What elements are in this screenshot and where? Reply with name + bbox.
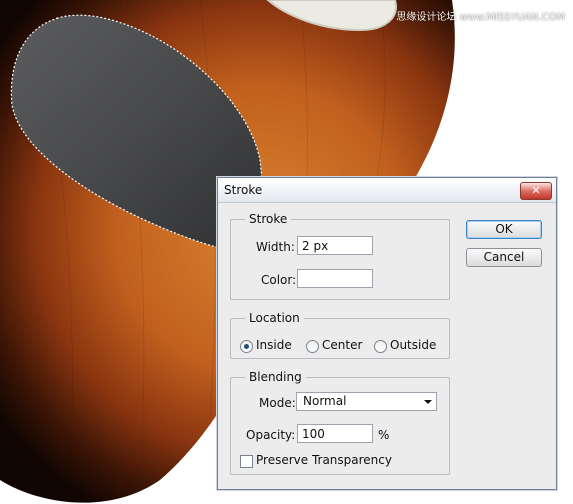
blending-legend: Blending bbox=[249, 370, 302, 384]
opacity-label: Opacity: bbox=[246, 428, 296, 442]
center-label: Center bbox=[322, 338, 363, 352]
close-button[interactable]: ✕ bbox=[520, 182, 552, 200]
inside-label: Inside bbox=[256, 338, 292, 352]
ok-button[interactable]: OK bbox=[466, 220, 542, 239]
mode-select[interactable]: Normal bbox=[296, 392, 437, 411]
width-input[interactable]: 2 px bbox=[297, 236, 373, 255]
opacity-unit: % bbox=[378, 428, 390, 442]
dialog-title: Stroke bbox=[224, 183, 263, 197]
preserve-transparency-label: Preserve Transparency bbox=[256, 453, 392, 467]
radio-outside[interactable] bbox=[374, 340, 387, 353]
radio-center[interactable] bbox=[306, 340, 319, 353]
stroke-legend: Stroke bbox=[249, 212, 288, 226]
watermark: 思缘设计论坛 www.MISSYUAN.COM bbox=[396, 12, 565, 23]
outside-label: Outside bbox=[390, 338, 437, 352]
radio-inside[interactable] bbox=[240, 340, 253, 353]
color-label: Color: bbox=[261, 273, 297, 287]
mode-value: Normal bbox=[303, 394, 347, 408]
opacity-input[interactable]: 100 bbox=[297, 424, 373, 443]
cancel-button[interactable]: Cancel bbox=[466, 248, 542, 267]
mode-label: Mode: bbox=[259, 396, 296, 410]
stroke-dialog: Stroke ✕ Stroke Width: 2 px Color: Locat… bbox=[217, 177, 557, 490]
color-swatch[interactable] bbox=[297, 269, 373, 288]
width-label: Width: bbox=[256, 240, 295, 254]
dialog-titlebar[interactable]: Stroke ✕ bbox=[218, 178, 556, 203]
chevron-down-icon bbox=[424, 400, 432, 404]
preserve-transparency-checkbox[interactable] bbox=[240, 455, 253, 468]
location-legend: Location bbox=[249, 311, 300, 325]
